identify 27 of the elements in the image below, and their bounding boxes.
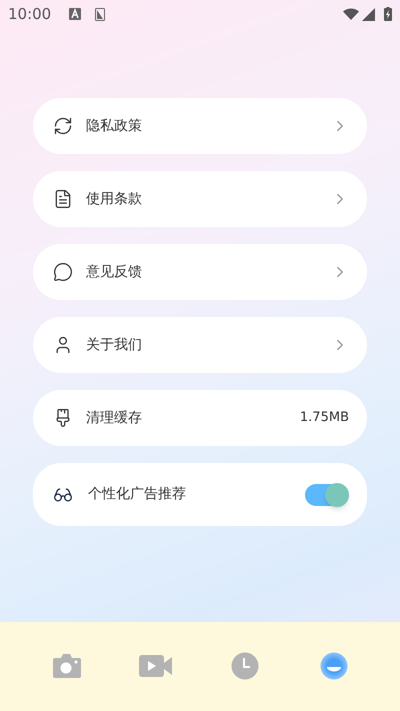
camera-icon[interactable] bbox=[52, 652, 82, 680]
row-label: 个性化广告推荐 bbox=[88, 485, 186, 504]
status-time: 10:00 bbox=[8, 4, 52, 25]
clock-icon[interactable] bbox=[230, 652, 258, 680]
settings-row[interactable]: 意见反馈 bbox=[33, 244, 367, 300]
video-camera-icon[interactable] bbox=[138, 654, 172, 678]
row-label: 清理缓存 bbox=[86, 408, 142, 428]
row-label: 隐私政策 bbox=[86, 116, 142, 136]
row-label: 意见反馈 bbox=[86, 262, 142, 282]
chat-bubble-icon bbox=[53, 262, 73, 282]
document-icon bbox=[53, 189, 73, 209]
row-label: 使用条款 bbox=[86, 190, 142, 208]
battery-icon bbox=[384, 7, 392, 21]
notification-icon bbox=[69, 8, 82, 20]
settings-row[interactable]: 关于我们 bbox=[33, 317, 367, 373]
toggle-switch[interactable] bbox=[305, 484, 347, 506]
refresh-icon bbox=[53, 116, 73, 136]
wifi-icon bbox=[343, 8, 359, 20]
cache-size: 1.75MB bbox=[300, 409, 349, 428]
settings-row[interactable]: 使用条款 bbox=[33, 171, 367, 227]
settings-row[interactable]: 清理缓存 1.75MB bbox=[33, 390, 367, 446]
signal-icon bbox=[362, 8, 375, 20]
sim-card-icon bbox=[95, 8, 106, 20]
settings-row[interactable]: 隐私政策 bbox=[33, 98, 367, 154]
profile-tab-icon[interactable] bbox=[320, 652, 348, 680]
row-label: 关于我们 bbox=[86, 336, 142, 354]
settings-row[interactable]: 个性化广告推荐 bbox=[33, 463, 367, 526]
